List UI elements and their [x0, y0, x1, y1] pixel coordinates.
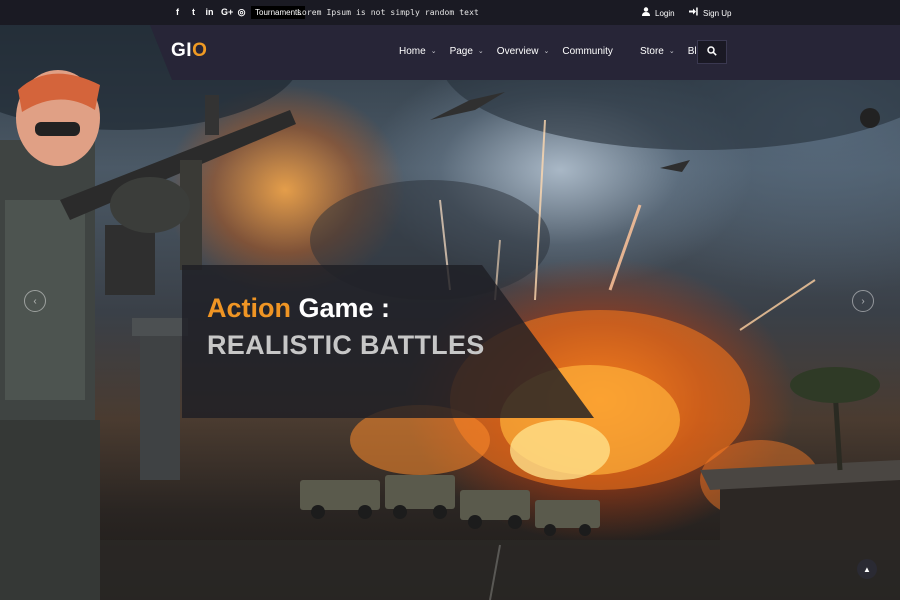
nav-item-label: Page: [449, 46, 473, 57]
hero-title: Action Game :: [207, 293, 390, 324]
news-ticker-text: Lorem Ipsum is not simply random text: [297, 8, 479, 17]
chevron-left-icon: ‹: [33, 295, 37, 307]
user-icon: [642, 7, 650, 19]
sign-in-icon: [689, 7, 698, 19]
hero-title-rest: Game :: [291, 293, 391, 323]
social-links: f t in G+ ◎: [173, 7, 246, 18]
slider-prev-button[interactable]: ‹: [24, 290, 46, 312]
main-menu: Home⌄Page⌄Overview⌄CommunityStore⌄Blog⌄: [399, 45, 719, 59]
site-logo[interactable]: GIO: [171, 40, 207, 62]
search-icon: [707, 43, 717, 61]
login-link[interactable]: Login: [642, 7, 675, 19]
chevron-right-icon: ›: [861, 295, 865, 307]
chevron-down-icon: ⌄: [543, 48, 550, 55]
chevron-down-icon: ⌄: [668, 48, 675, 55]
nav-item-label: Community: [562, 46, 613, 57]
search-button[interactable]: [697, 40, 727, 64]
chevron-up-icon: ▲: [863, 564, 871, 574]
back-to-top-button[interactable]: ▲: [857, 559, 877, 579]
top-bar: f t in G+ ◎ Tournaments Lorem Ipsum is not s…: [0, 0, 900, 25]
linkedin-icon[interactable]: in: [205, 7, 214, 18]
nav-item-label: Store: [639, 46, 664, 57]
logo-text-main: GI: [171, 40, 193, 61]
nav-item-page[interactable]: Page ⌄: [450, 45, 484, 59]
nav-item-home[interactable]: Home ⌄: [399, 45, 437, 59]
slider-next-button[interactable]: ›: [852, 290, 874, 312]
chevron-down-icon: ⌄: [430, 48, 437, 55]
nav-item-store[interactable]: Store ⌄: [640, 45, 675, 59]
twitter-icon[interactable]: t: [189, 7, 198, 18]
facebook-icon[interactable]: f: [173, 7, 182, 18]
nav-item-label: Overview: [496, 46, 539, 57]
hero-title-accent: Action: [207, 293, 291, 323]
login-label: Login: [655, 8, 675, 18]
hero-subtitle: REALISTIC BATTLES: [207, 330, 485, 360]
signup-link[interactable]: Sign Up: [689, 7, 731, 19]
nav-item-overview[interactable]: Overview ⌄: [497, 45, 550, 59]
chevron-down-icon: ⌄: [477, 48, 484, 55]
google-plus-icon[interactable]: G+: [221, 7, 233, 18]
logo-text-accent: O: [192, 40, 208, 61]
nav-item-community[interactable]: Community: [562, 45, 613, 59]
signup-label: Sign Up: [703, 8, 732, 18]
instagram-icon[interactable]: ◎: [237, 7, 246, 18]
nav-item-label: Home: [399, 46, 426, 57]
